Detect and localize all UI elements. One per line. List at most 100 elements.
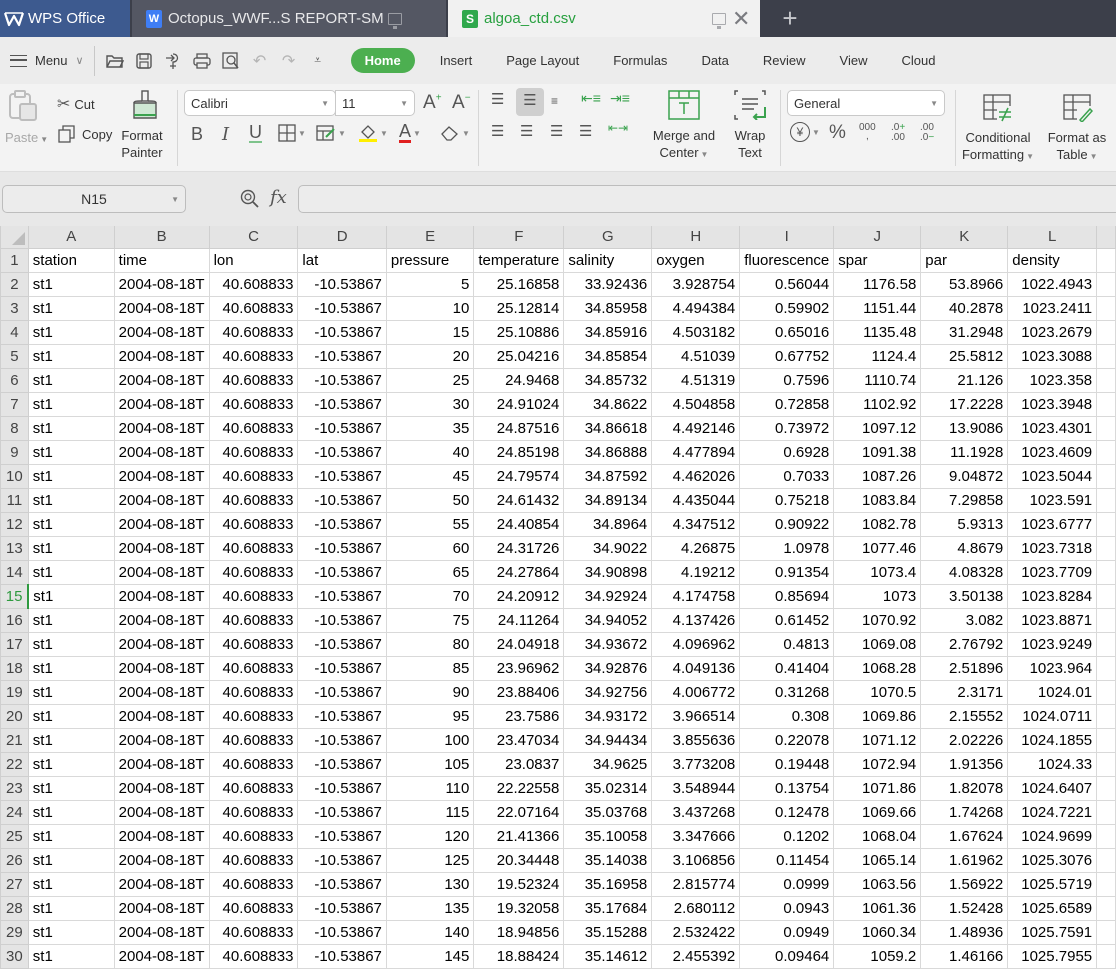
currency-button[interactable]: ¥ ▼	[790, 122, 820, 142]
cell[interactable]: 1068.28	[833, 655, 922, 681]
cell[interactable]: 2004-08-18T	[113, 487, 210, 513]
cell[interactable]: st1	[27, 343, 115, 369]
row-header[interactable]: 15	[0, 583, 30, 609]
cell[interactable]: 0.31268	[739, 679, 835, 705]
bold-button[interactable]: B	[191, 124, 203, 145]
cell[interactable]: 1023.8284	[1007, 583, 1098, 609]
cell[interactable]: -10.53867	[297, 727, 387, 753]
cell[interactable]: st1	[27, 655, 115, 681]
cell[interactable]: 25.5812	[920, 343, 1009, 369]
cell[interactable]: 25.12814	[473, 295, 565, 321]
cell[interactable]: st1	[27, 799, 115, 825]
cell[interactable]: 40.608833	[208, 895, 299, 921]
cell[interactable]	[1096, 847, 1116, 873]
cell[interactable]: 2004-08-18T	[113, 319, 210, 345]
cell[interactable]: 1073.4	[833, 559, 922, 585]
cell[interactable]: -10.53867	[297, 679, 387, 705]
format-painter-button[interactable]	[120, 90, 170, 123]
cell[interactable]: 35.03768	[563, 799, 653, 825]
cell[interactable]: 1.52428	[920, 895, 1009, 921]
cell[interactable]: 34.86618	[563, 415, 653, 441]
column-header-m[interactable]	[1096, 226, 1116, 249]
conditional-formatting-label[interactable]: Conditional Formatting ▼	[960, 129, 1036, 165]
cell[interactable]: 1073	[833, 583, 922, 609]
cell[interactable]: 0.65016	[739, 319, 835, 345]
row-header[interactable]: 12	[0, 511, 29, 537]
cell[interactable]: 19.32058	[473, 895, 565, 921]
cell[interactable]: -10.53867	[297, 487, 387, 513]
cell[interactable]: 40.608833	[208, 871, 299, 897]
cell[interactable]: 2004-08-18T	[113, 847, 210, 873]
cell[interactable]: 0.09464	[739, 943, 835, 969]
cell[interactable]: 34.87592	[563, 463, 653, 489]
cell[interactable]: 40.608833	[208, 415, 299, 441]
cell[interactable]: 23.0837	[473, 751, 565, 777]
column-header-h[interactable]: H	[651, 226, 741, 249]
cell[interactable]: 1024.9699	[1007, 823, 1098, 849]
cell[interactable]: 2004-08-18T	[113, 583, 210, 609]
cell[interactable]: 40.608833	[208, 367, 299, 393]
new-tab-button[interactable]: +	[772, 0, 808, 37]
cell[interactable]: 34.9625	[563, 751, 653, 777]
font-size-select[interactable]: 11 ▼	[335, 90, 415, 116]
cell[interactable]: 4.462026	[651, 463, 741, 489]
cell[interactable]: 105	[385, 751, 475, 777]
redo-icon[interactable]: ↷	[279, 51, 299, 71]
cell[interactable]: 17.2228	[920, 391, 1009, 417]
cell[interactable]: 34.92756	[563, 679, 653, 705]
formula-input[interactable]	[298, 185, 1116, 213]
cell[interactable]: 24.87516	[473, 415, 565, 441]
column-header-f[interactable]: F	[473, 226, 565, 249]
cell[interactable]: 53.8966	[920, 271, 1009, 297]
cell[interactable]: -10.53867	[297, 271, 387, 297]
cell[interactable]	[1096, 583, 1116, 609]
cell[interactable]: -10.53867	[297, 343, 387, 369]
italic-button[interactable]: I	[222, 124, 229, 145]
cell[interactable]: 15	[385, 319, 475, 345]
merge-center-button[interactable]	[668, 90, 700, 123]
column-header-d[interactable]: D	[297, 226, 387, 249]
cell[interactable]: 125	[385, 847, 475, 873]
cell[interactable]	[1096, 919, 1116, 945]
cell[interactable]: 1102.92	[833, 391, 922, 417]
align-bottom-icon[interactable]: ≡	[551, 94, 558, 108]
cell[interactable]: 2004-08-18T	[113, 463, 210, 489]
cell[interactable]: -10.53867	[297, 463, 387, 489]
increase-indent-icon[interactable]: ⇥≡	[610, 90, 630, 107]
cell[interactable]: 34.92924	[563, 583, 653, 609]
cell[interactable]: 70	[385, 583, 475, 609]
row-header[interactable]: 18	[0, 655, 29, 681]
clear-format-button[interactable]: ▼	[440, 125, 470, 141]
row-header[interactable]: 17	[0, 631, 29, 657]
cell[interactable]: 90	[385, 679, 475, 705]
cell[interactable]: 3.773208	[651, 751, 741, 777]
undo-icon[interactable]: ↶	[250, 51, 270, 71]
tab-cloud[interactable]: Cloud	[901, 53, 935, 68]
cell[interactable]: st1	[27, 367, 115, 393]
cell[interactable]: -10.53867	[297, 631, 387, 657]
cell[interactable]	[1096, 247, 1116, 273]
cell[interactable]: 4.477894	[651, 439, 741, 465]
decrease-decimal-icon[interactable]: .00.0−	[920, 123, 934, 143]
cell[interactable]: st1	[27, 463, 115, 489]
cell[interactable]: 1.67624	[920, 823, 1009, 849]
cell[interactable]: 1.74268	[920, 799, 1009, 825]
cell[interactable]: 1023.6777	[1007, 511, 1098, 537]
paste-label[interactable]: Paste ▼	[5, 130, 48, 145]
cell[interactable]: 34.90898	[563, 559, 653, 585]
cell[interactable]: 0.41404	[739, 655, 835, 681]
cell[interactable]: 1071.12	[833, 727, 922, 753]
cell-style-button[interactable]: ▼	[316, 124, 346, 142]
header-cell[interactable]: time	[113, 247, 210, 273]
column-header-b[interactable]: B	[113, 226, 210, 249]
format-as-table-label[interactable]: Format as Table ▼	[1044, 129, 1110, 165]
header-cell[interactable]: pressure	[385, 247, 475, 273]
cell[interactable]: 0.11454	[739, 847, 835, 873]
wrap-text-label[interactable]: Wrap Text	[728, 127, 772, 161]
cell[interactable]: 120	[385, 823, 475, 849]
cell[interactable]: st1	[27, 727, 115, 753]
cell[interactable]: 1022.4943	[1007, 271, 1098, 297]
cell[interactable]: 1024.7221	[1007, 799, 1098, 825]
cell[interactable]: 40.608833	[208, 295, 299, 321]
font-name-select[interactable]: Calibri ▼	[184, 90, 336, 116]
